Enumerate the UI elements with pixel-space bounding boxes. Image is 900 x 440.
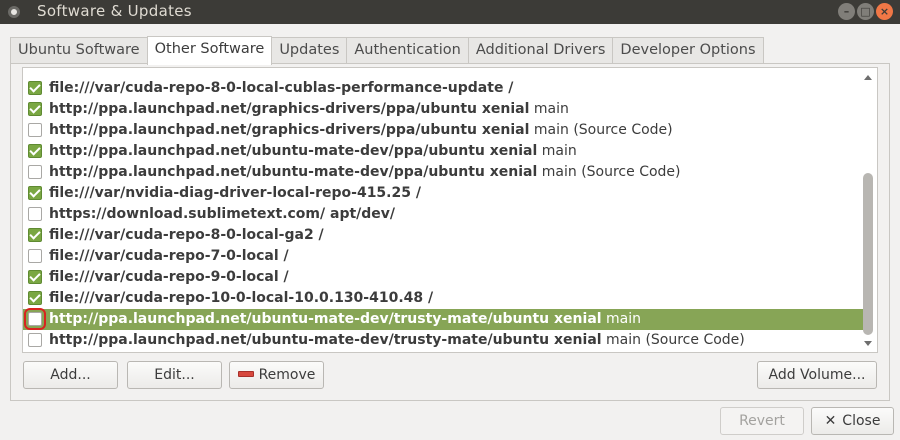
source-enabled-checkbox[interactable] (28, 291, 42, 305)
tab-additional-drivers[interactable]: Additional Drivers (467, 37, 614, 64)
source-components: main (Source Code) (529, 122, 673, 138)
source-text: file:///var/cuda-repo-8-0-local-ga2 / (49, 225, 324, 246)
source-enabled-checkbox[interactable] (28, 102, 42, 116)
source-enabled-checkbox[interactable] (28, 333, 42, 347)
source-enabled-checkbox[interactable] (28, 81, 42, 95)
close-button-label: Close (842, 413, 881, 429)
source-uri: file:///var/cuda-repo-10-0-local-10.0.13… (49, 290, 434, 306)
source-enabled-checkbox[interactable] (28, 270, 42, 284)
source-uri: http://ppa.launchpad.net/ubuntu-mate-dev… (49, 332, 602, 348)
source-row[interactable]: https://download.sublimetext.com/ apt/de… (23, 204, 865, 225)
source-uri: http://ppa.launchpad.net/graphics-driver… (49, 122, 530, 138)
source-enabled-checkbox[interactable] (28, 207, 42, 221)
source-row[interactable]: file:///var/nvidia-diag-driver-local-rep… (23, 183, 865, 204)
window-title: Software & Updates (37, 2, 192, 20)
source-uri: http://ppa.launchpad.net/ubuntu-mate-dev… (49, 164, 538, 180)
remove-button[interactable]: Remove (229, 361, 324, 389)
scrollbar-thumb[interactable] (863, 173, 873, 335)
source-text: file:///var/cuda-repo-9-0-local / (49, 267, 289, 288)
source-components: main (Source Code) (601, 332, 745, 348)
revert-button[interactable]: Revert (720, 407, 804, 435)
source-row[interactable]: file:///var/cuda-repo-9-0-local / (23, 267, 865, 288)
source-components: main (537, 143, 577, 159)
source-row[interactable]: http://ppa.launchpad.net/graphics-driver… (23, 99, 865, 120)
source-row[interactable]: http://ppa.launchpad.net/ubuntu-mate-dev… (23, 141, 865, 162)
source-uri: http://ppa.launchpad.net/ubuntu-mate-dev… (49, 143, 538, 159)
tab-updates[interactable]: Updates (271, 37, 348, 64)
source-row[interactable]: file:///var/cuda-repo-10-0-local-10.0.13… (23, 288, 865, 309)
add-button[interactable]: Add... (23, 361, 118, 389)
source-enabled-checkbox[interactable] (28, 186, 42, 200)
maximize-icon[interactable]: □ (857, 3, 874, 20)
source-text: file:///var/cuda-repo-7-0-local / (49, 246, 289, 267)
source-text: http://ppa.launchpad.net/ubuntu-mate-dev… (49, 309, 641, 330)
window-titlebar: Software & Updates – □ × (0, 0, 900, 24)
scroll-up-arrow-icon[interactable] (864, 75, 872, 80)
source-text: https://download.sublimetext.com/ apt/de… (49, 204, 395, 225)
close-button[interactable]: ✕ Close (811, 407, 894, 435)
minimize-icon[interactable]: – (838, 3, 855, 20)
tab-other-software[interactable]: Other Software (146, 36, 273, 65)
source-components: main (529, 101, 569, 117)
source-row[interactable]: http://ppa.launchpad.net/graphics-driver… (23, 120, 865, 141)
tab-ubuntu-software[interactable]: Ubuntu Software (10, 37, 148, 64)
source-uri: https://download.sublimetext.com/ apt/de… (49, 206, 396, 222)
source-uri: file:///var/cuda-repo-8-0-local-cublas-p… (49, 80, 514, 96)
source-enabled-checkbox[interactable] (28, 165, 42, 179)
source-enabled-checkbox[interactable] (28, 144, 42, 158)
source-enabled-checkbox[interactable] (24, 308, 46, 330)
scroll-down-arrow-icon[interactable] (864, 341, 872, 346)
source-enabled-checkbox[interactable] (28, 123, 42, 137)
source-row[interactable]: file:///var/cuda-repo-7-0-local / (23, 246, 865, 267)
source-text: http://ppa.launchpad.net/graphics-driver… (49, 120, 673, 141)
source-row[interactable]: http://ppa.launchpad.net/ubuntu-mate-dev… (23, 162, 865, 183)
source-row[interactable]: http://ppa.launchpad.net/ubuntu-mate-dev… (23, 330, 865, 351)
source-components: main (Source Code) (537, 164, 681, 180)
remove-icon (237, 371, 254, 377)
source-enabled-checkbox[interactable] (28, 249, 42, 263)
list-scrollbar[interactable] (862, 69, 876, 351)
source-uri: file:///var/cuda-repo-8-0-local-ga2 / (49, 227, 324, 243)
add-volume-button[interactable]: Add Volume... (757, 361, 877, 389)
close-icon: ✕ (824, 413, 837, 429)
source-uri: file:///var/cuda-repo-9-0-local / (49, 269, 289, 285)
source-row[interactable]: file:///var/cuda-repo-8-0-local-ga2 / (23, 225, 865, 246)
source-enabled-checkbox[interactable] (28, 228, 42, 242)
source-components: main (601, 311, 641, 327)
source-text: http://ppa.launchpad.net/graphics-driver… (49, 99, 569, 120)
source-uri: http://ppa.launchpad.net/ubuntu-mate-dev… (49, 311, 602, 327)
source-text: file:///var/cuda-repo-10-0-local-10.0.13… (49, 288, 433, 309)
tab-bar: Ubuntu Software Other Software Updates A… (10, 36, 764, 65)
source-text: http://ppa.launchpad.net/ubuntu-mate-dev… (49, 162, 681, 183)
source-uri: http://ppa.launchpad.net/graphics-driver… (49, 101, 530, 117)
source-uri: file:///var/cuda-repo-7-0-local / (49, 248, 289, 264)
software-sources-list[interactable]: file:///var/cuda-repo-8-0-local-cublas-p… (22, 67, 878, 353)
source-row[interactable]: http://ppa.launchpad.net/ubuntu-mate-dev… (23, 308, 865, 330)
source-text: file:///var/cuda-repo-8-0-local-cublas-p… (49, 78, 513, 99)
tab-authentication[interactable]: Authentication (346, 37, 469, 64)
app-icon (8, 6, 20, 18)
source-text: http://ppa.launchpad.net/ubuntu-mate-dev… (49, 330, 745, 351)
edit-button[interactable]: Edit... (127, 361, 222, 389)
source-uri: file:///var/nvidia-diag-driver-local-rep… (49, 185, 421, 201)
remove-button-label: Remove (258, 367, 316, 383)
source-row[interactable]: file:///var/cuda-repo-8-0-local-cublas-p… (23, 78, 865, 99)
tab-developer-options[interactable]: Developer Options (612, 37, 764, 64)
close-window-icon[interactable]: × (876, 3, 893, 20)
source-text: file:///var/nvidia-diag-driver-local-rep… (49, 183, 421, 204)
source-text: http://ppa.launchpad.net/ubuntu-mate-dev… (49, 141, 577, 162)
